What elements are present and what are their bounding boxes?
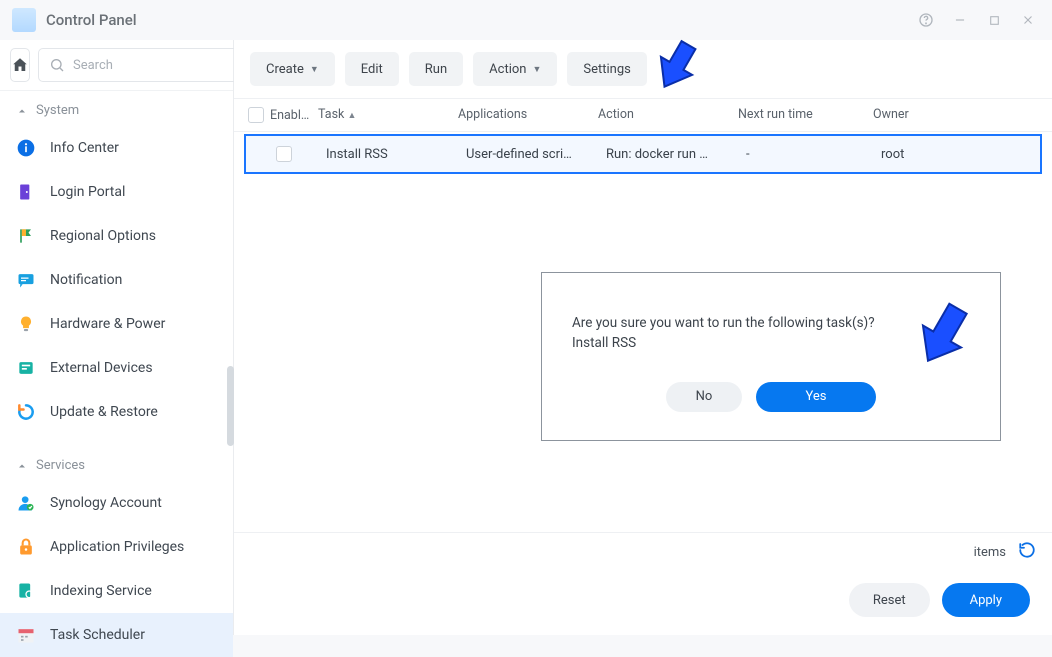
section-services[interactable]: Services — [0, 446, 233, 481]
app-icon — [12, 8, 36, 32]
sidebar-item-label: Notification — [50, 272, 122, 288]
create-button[interactable]: Create▼ — [250, 52, 335, 86]
maximize-icon[interactable] — [982, 8, 1006, 32]
sort-asc-icon: ▲ — [347, 111, 356, 121]
search-input[interactable] — [73, 58, 239, 73]
dialog-line1: Are you sure you want to run the followi… — [572, 313, 970, 333]
search-doc-icon — [16, 581, 36, 601]
sidebar-item-info-center[interactable]: Info Center — [0, 126, 233, 170]
search-input-wrapper[interactable] — [38, 48, 250, 82]
checkbox[interactable] — [248, 107, 264, 123]
cell-owner: root — [881, 147, 1001, 162]
sidebar-item-application-privileges[interactable]: Application Privileges — [0, 525, 233, 569]
sidebar-item-synology-account[interactable]: Synology Account — [0, 481, 233, 525]
col-action[interactable]: Action — [598, 107, 738, 123]
settings-button[interactable]: Settings — [567, 52, 646, 86]
row-checkbox[interactable] — [276, 146, 292, 162]
col-owner[interactable]: Owner — [873, 107, 993, 123]
sidebar-item-label: Hardware & Power — [50, 316, 165, 332]
info-icon — [16, 138, 36, 158]
sidebar-item-label: Update & Restore — [50, 404, 158, 420]
home-button[interactable] — [10, 48, 30, 82]
sidebar-item-label: External Devices — [50, 360, 153, 376]
cell-applications: User-defined scri… — [466, 147, 606, 162]
cell-next: - — [746, 147, 881, 162]
table-row-selected[interactable]: Install RSS User-defined scri… Run: dock… — [244, 134, 1042, 174]
col-next-run[interactable]: Next run time — [738, 107, 873, 123]
search-icon — [49, 57, 65, 73]
col-applications[interactable]: Applications — [458, 107, 598, 123]
chat-icon — [16, 270, 36, 290]
lock-icon — [16, 537, 36, 557]
chevron-up-icon — [16, 460, 28, 472]
run-button[interactable]: Run — [409, 52, 463, 86]
dialog-no-button[interactable]: No — [666, 382, 742, 412]
sidebar-item-hardware-power[interactable]: Hardware & Power — [0, 302, 233, 346]
apply-button[interactable]: Apply — [942, 583, 1030, 617]
flag-icon — [16, 226, 36, 246]
restore-icon — [16, 402, 36, 422]
sidebar-item-label: Info Center — [50, 140, 119, 156]
device-icon — [16, 358, 36, 378]
refresh-button[interactable] — [1018, 541, 1036, 563]
cell-task: Install RSS — [326, 147, 466, 162]
cell-action: Run: docker run … — [606, 147, 746, 162]
sidebar-item-label: Indexing Service — [50, 583, 152, 599]
sidebar-item-update-restore[interactable]: Update & Restore — [0, 390, 233, 434]
col-task[interactable]: Task ▲ — [318, 107, 458, 123]
account-icon — [16, 493, 36, 513]
chevron-up-icon — [16, 105, 28, 117]
dialog-line2: Install RSS — [572, 333, 970, 353]
sidebar-item-label: Application Privileges — [50, 539, 184, 555]
sidebar-item-label: Login Portal — [50, 184, 125, 200]
col-enabled[interactable]: Enabl… — [238, 107, 318, 123]
table-header: Enabl… Task ▲ Applications Action Next r… — [234, 98, 1052, 132]
bulb-icon — [16, 314, 36, 334]
action-button[interactable]: Action▼ — [473, 52, 557, 86]
reset-button[interactable]: Reset — [849, 583, 930, 617]
sidebar-item-task-scheduler[interactable]: Task Scheduler — [0, 613, 233, 657]
sidebar-item-label: Regional Options — [50, 228, 156, 244]
edit-button[interactable]: Edit — [345, 52, 399, 86]
sidebar-item-indexing-service[interactable]: Indexing Service — [0, 569, 233, 613]
sidebar-item-regional-options[interactable]: Regional Options — [0, 214, 233, 258]
confirm-dialog: Are you sure you want to run the followi… — [541, 272, 1001, 441]
sidebar-item-external-devices[interactable]: External Devices — [0, 346, 233, 390]
sidebar-item-login-portal[interactable]: Login Portal — [0, 170, 233, 214]
close-icon[interactable] — [1016, 8, 1040, 32]
calendar-icon — [16, 625, 36, 645]
dialog-yes-button[interactable]: Yes — [756, 382, 876, 412]
door-icon — [16, 182, 36, 202]
sidebar-item-label: Synology Account — [50, 495, 162, 511]
section-system[interactable]: System — [0, 91, 233, 126]
sidebar-item-notification[interactable]: Notification — [0, 258, 233, 302]
window-title: Control Panel — [46, 11, 904, 29]
scrollbar[interactable] — [227, 366, 234, 446]
chevron-down-icon: ▼ — [532, 64, 541, 75]
minimize-icon[interactable] — [948, 8, 972, 32]
sidebar-item-label: Task Scheduler — [50, 627, 145, 643]
chevron-down-icon: ▼ — [310, 64, 319, 75]
items-label: items — [974, 545, 1006, 560]
help-icon[interactable] — [914, 8, 938, 32]
